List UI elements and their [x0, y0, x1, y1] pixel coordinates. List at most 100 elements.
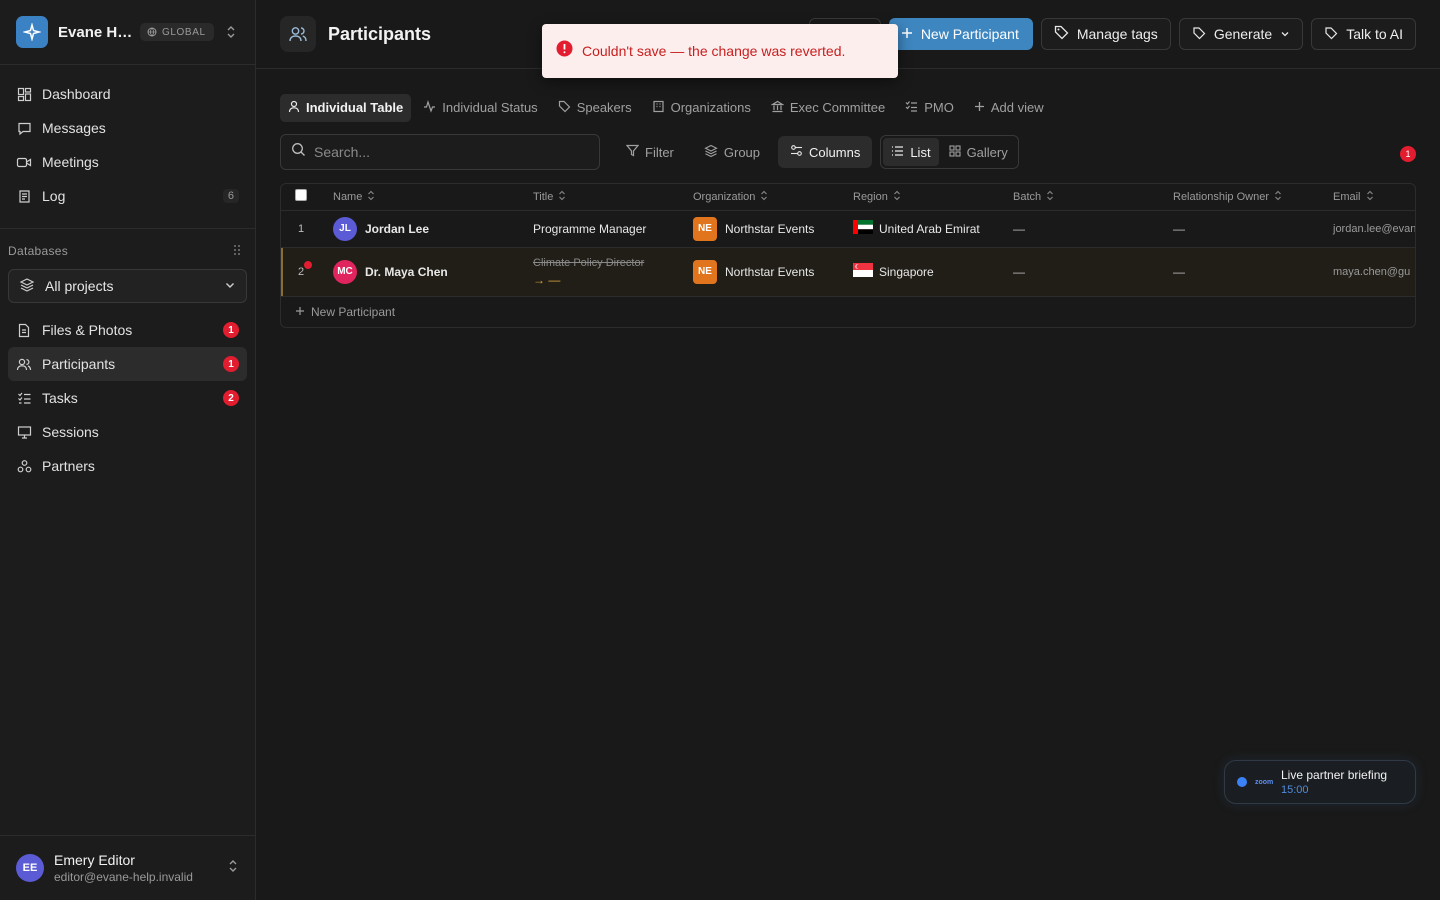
owner-cell[interactable]: — [1161, 247, 1321, 297]
sidebar-item-sessions[interactable]: Sessions [8, 415, 247, 449]
column-label: Relationship Owner [1173, 190, 1269, 203]
organization-name: Northstar Events [725, 221, 815, 236]
databases-header: Databases [0, 229, 255, 261]
column-header-batch[interactable]: Batch [1001, 184, 1161, 211]
tab-exec-committee[interactable]: Exec Committee [763, 94, 893, 122]
error-toast: Couldn't save — the change was reverted. [542, 24, 898, 78]
region-cell[interactable]: United Arab Emirat [841, 210, 1001, 248]
nav-item-messages[interactable]: Messages [8, 111, 247, 145]
databases-label: Databases [8, 244, 69, 258]
landmark-icon [770, 100, 785, 116]
row-index-cell: 2 [281, 247, 321, 297]
sidebar-item-label: Files & Photos [42, 322, 133, 338]
drag-handle-icon[interactable] [233, 244, 241, 259]
building-icon [652, 100, 665, 116]
error-indicator-icon [303, 259, 313, 270]
nav-label: Log [42, 188, 66, 204]
user-icon [288, 100, 300, 116]
partners-icon [16, 458, 32, 474]
files-count-badge: 1 [223, 322, 239, 338]
plus-icon [901, 26, 913, 42]
tab-pmo[interactable]: PMO [897, 94, 962, 122]
layers-icon [704, 144, 718, 161]
file-icon [16, 322, 32, 338]
talk-to-ai-button[interactable]: Talk to AI [1311, 18, 1416, 50]
column-header-email[interactable]: Email [1321, 184, 1415, 211]
reverted-title-old: Climate Policy Director [533, 256, 645, 269]
email-cell[interactable]: maya.chen@gu [1321, 247, 1415, 297]
main-nav: Dashboard Messages Meetings Log 6 [0, 65, 255, 213]
new-participant-row-button[interactable]: New Participant [281, 297, 1415, 327]
table-row[interactable]: 1 JL Jordan Lee Programme Manager NE Nor… [281, 210, 1415, 248]
header-actions: New Participant Manage tags Generate Tal… [808, 18, 1416, 50]
sidebar-item-participants[interactable]: Participants 1 [8, 347, 247, 381]
organization-cell[interactable]: NE Northstar Events [681, 210, 841, 248]
region-cell[interactable]: Singapore [841, 247, 1001, 297]
owner-cell[interactable]: — [1161, 210, 1321, 248]
list-view-button[interactable]: List [883, 138, 939, 166]
live-title: Live partner briefing [1281, 768, 1388, 782]
tab-organizations[interactable]: Organizations [644, 94, 759, 122]
participants-table: Name Title Organization Region Batch Rel… [280, 183, 1416, 328]
manage-tags-button[interactable]: Manage tags [1040, 18, 1171, 50]
name-cell[interactable]: MC Dr. Maya Chen [321, 247, 521, 297]
chevrons-up-down-icon[interactable] [223, 24, 239, 40]
nav-item-log[interactable]: Log 6 [8, 179, 247, 213]
generate-button[interactable]: Generate [1178, 18, 1304, 50]
title-cell[interactable]: Climate Policy Director → — [521, 247, 681, 297]
sidebar-item-label: Participants [42, 356, 116, 372]
email-cell[interactable]: jordan.lee@evane [1321, 210, 1415, 248]
group-button[interactable]: Group [692, 136, 772, 168]
project-select[interactable]: All projects [8, 269, 247, 303]
chevrons-up-down-icon[interactable] [227, 858, 239, 879]
title-cell[interactable]: Programme Manager [521, 210, 681, 248]
column-header-region[interactable]: Region [841, 184, 1001, 211]
batch-cell[interactable]: — [1001, 210, 1161, 248]
chevron-down-icon [224, 278, 236, 294]
project-select-value: All projects [45, 278, 114, 294]
columns-button[interactable]: Columns [778, 136, 873, 168]
live-briefing-pill[interactable]: zoom Live partner briefing 15:00 [1224, 760, 1416, 804]
sidebar-item-files-photos[interactable]: Files & Photos 1 [8, 313, 247, 347]
column-header-title[interactable]: Title [521, 184, 681, 211]
notification-badge[interactable]: 1 [1400, 146, 1416, 162]
sort-icon [1366, 190, 1374, 204]
user-menu[interactable]: EE Emery Editor editor@evane-help.invali… [0, 835, 255, 900]
add-view-button[interactable]: Add view [966, 94, 1052, 122]
sidebar-item-tasks[interactable]: Tasks 2 [8, 381, 247, 415]
tab-individual-table[interactable]: Individual Table [280, 93, 412, 122]
layers-icon [19, 277, 35, 296]
organization-cell[interactable]: NE Northstar Events [681, 247, 841, 297]
region-name: United Arab Emirat [879, 221, 980, 236]
nav-item-meetings[interactable]: Meetings [8, 145, 247, 179]
column-header-organization[interactable]: Organization [681, 184, 841, 211]
filter-button[interactable]: Filter [614, 136, 686, 168]
new-participant-button[interactable]: New Participant [888, 18, 1033, 50]
nav-item-dashboard[interactable]: Dashboard [8, 77, 247, 111]
workspace-header[interactable]: Evane He... GLOBAL [0, 0, 255, 65]
tab-speakers[interactable]: Speakers [550, 94, 640, 122]
table-row[interactable]: 2 MC Dr. Maya Chen Climate Policy Direct… [281, 247, 1415, 297]
checklist-icon [905, 100, 918, 116]
tab-individual-status[interactable]: Individual Status [415, 94, 545, 122]
column-header-relationship-owner[interactable]: Relationship Owner [1161, 184, 1321, 211]
group-label: Group [723, 144, 761, 160]
sidebar-item-partners[interactable]: Partners [8, 449, 247, 483]
sort-icon [1046, 190, 1054, 204]
select-all-checkbox[interactable] [295, 189, 307, 202]
filter-label: Filter [645, 144, 674, 160]
column-label: Title [533, 190, 554, 203]
participant-name: Jordan Lee [365, 221, 430, 236]
sliders-icon [790, 144, 803, 160]
sparkle-tag-icon [1192, 26, 1206, 43]
search-input[interactable] [314, 144, 574, 160]
gallery-view-button[interactable]: Gallery [941, 138, 1016, 166]
batch-cell[interactable]: — [1001, 247, 1161, 297]
workspace-badge-label: GLOBAL [162, 26, 206, 38]
column-label: Email [1333, 190, 1361, 203]
column-header-name[interactable]: Name [321, 184, 521, 211]
sidebar-item-label: Partners [42, 458, 95, 474]
participants-count-badge: 1 [223, 356, 239, 372]
name-cell[interactable]: JL Jordan Lee [321, 210, 521, 248]
new-participant-label: New Participant [920, 26, 1019, 42]
